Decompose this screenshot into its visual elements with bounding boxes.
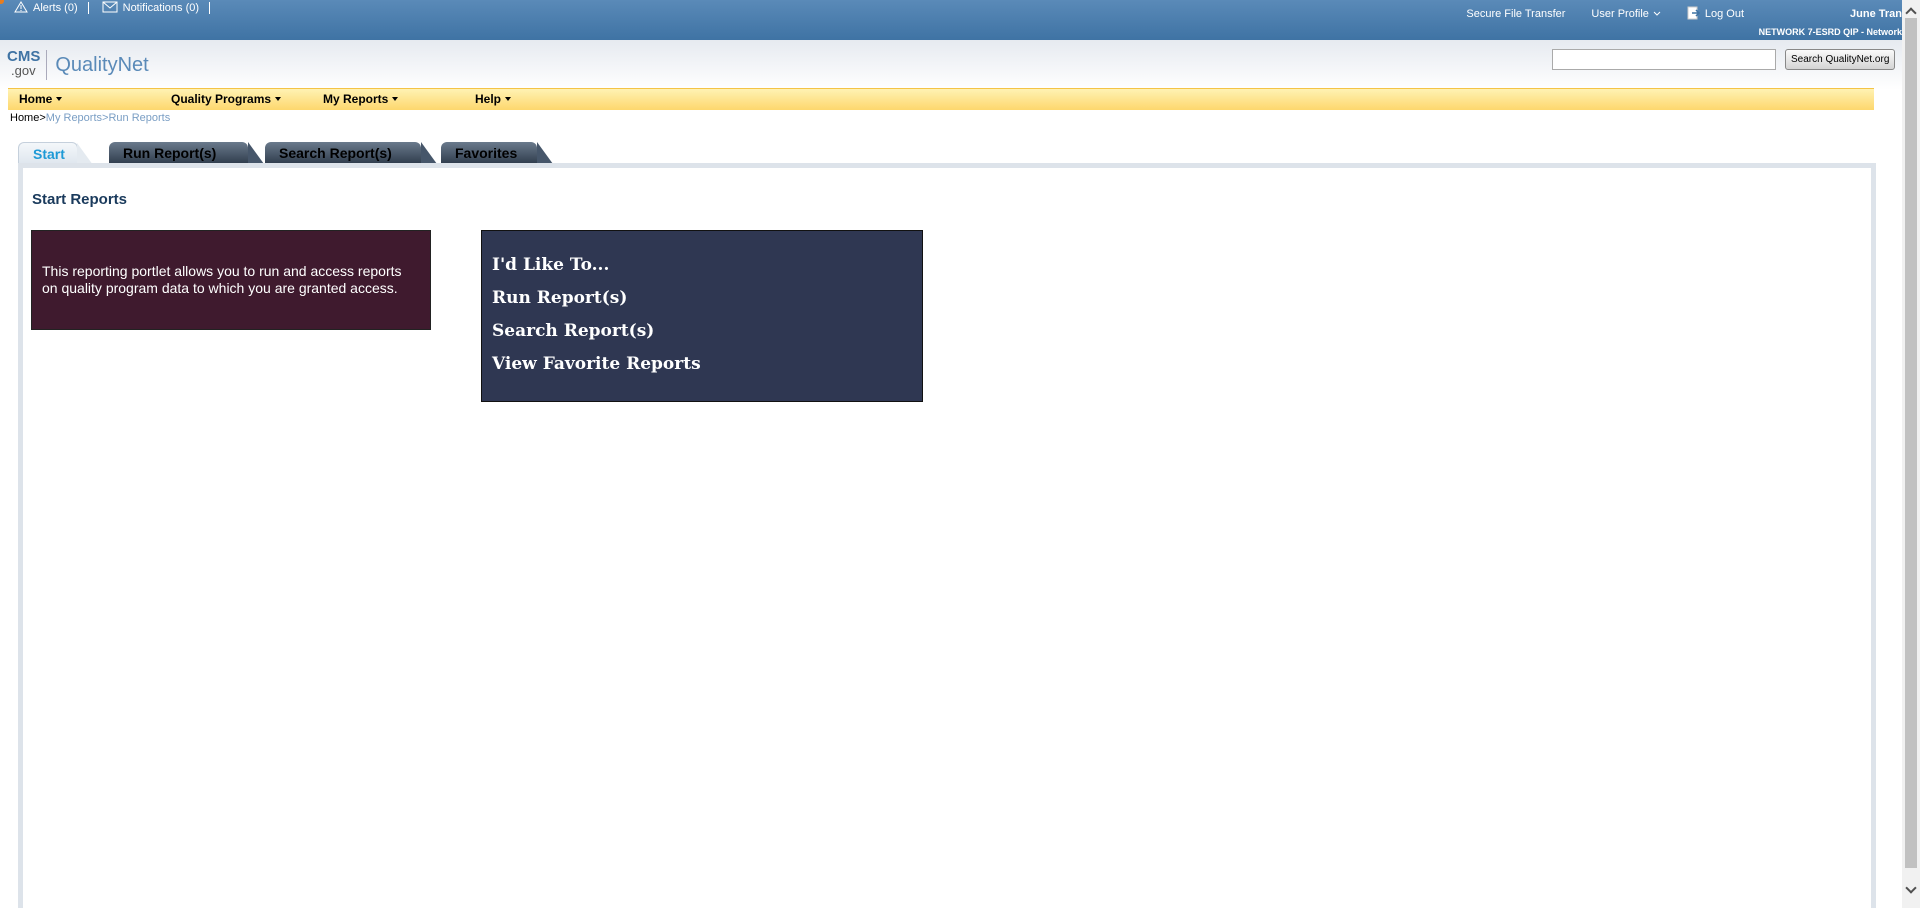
caret-down-icon [56,97,63,101]
nav-home[interactable]: Home [19,92,63,106]
breadcrumb-run-reports: Run Reports [108,112,171,124]
view-favorite-reports-link[interactable]: View Favorite Reports [492,354,912,374]
divider [87,2,89,14]
quick-links-heading: I'd Like To... [492,255,610,275]
log-out-label: Log Out [1704,8,1745,20]
tab-search-reports[interactable]: Search Report(s) [265,142,437,164]
quick-links-box: I'd Like To... Run Report(s) Search Repo… [481,230,923,402]
main-nav: Home Quality Programs My Reports Help [8,88,1874,110]
user-profile-label: User Profile [1591,8,1649,20]
alerts-label: Alerts (0) [33,2,78,14]
user-profile-menu[interactable]: User Profile [1591,8,1661,20]
info-text: This reporting portlet allows you to run… [42,263,402,296]
scroll-down-icon[interactable] [1905,882,1917,894]
warning-icon [14,0,28,16]
info-box: This reporting portlet allows you to run… [31,230,431,330]
secure-file-transfer-link[interactable]: Secure File Transfer [1466,8,1565,20]
page-title: Start Reports [32,191,128,208]
nav-help[interactable]: Help [475,92,512,106]
divider [209,2,211,14]
caret-down-icon [505,97,512,101]
envelope-icon [102,1,118,16]
scroll-thumb[interactable] [1905,18,1917,868]
vertical-scrollbar[interactable] [1902,0,1920,908]
search-reports-link[interactable]: Search Report(s) [492,321,912,341]
nav-my-reports[interactable]: My Reports [323,92,399,106]
breadcrumb: Home>My Reports>Run Reports [10,112,170,124]
nav-quality-programs[interactable]: Quality Programs [171,92,282,106]
notifications-link[interactable]: Notifications (0) [102,1,199,16]
scroll-up-icon[interactable] [1905,7,1917,19]
breadcrumb-home[interactable]: Home [10,112,39,124]
logo-divider [46,50,48,80]
log-out-button[interactable]: Log Out [1687,6,1744,23]
top-bar: Alerts (0) Notifications (0) Secure File… [0,0,1902,40]
search-button[interactable]: Search QualityNet.org [1785,49,1896,70]
qualitynet-logo[interactable]: CMS .gov QualityNet [7,48,149,80]
tab-start[interactable]: Start [18,142,93,165]
corner-marker [0,0,4,4]
logout-icon [1687,6,1701,23]
cms-logo: CMS .gov [7,48,41,78]
qualitynet-wordmark: QualityNet [55,54,149,76]
search-input[interactable] [1552,49,1776,70]
tab-favorites[interactable]: Favorites [441,142,553,164]
user-name: June Tran [1850,8,1902,20]
chevron-down-icon [1653,8,1661,20]
tab-run-reports[interactable]: Run Report(s) [109,142,264,164]
run-reports-link[interactable]: Run Report(s) [492,288,912,308]
caret-down-icon [392,97,399,101]
alerts-link[interactable]: Alerts (0) [14,0,78,16]
network-label: NETWORK 7-ESRD QIP - Network [1758,27,1902,37]
notifications-label: Notifications (0) [122,2,200,14]
caret-down-icon [275,97,282,101]
breadcrumb-my-reports[interactable]: My Reports [46,112,102,124]
